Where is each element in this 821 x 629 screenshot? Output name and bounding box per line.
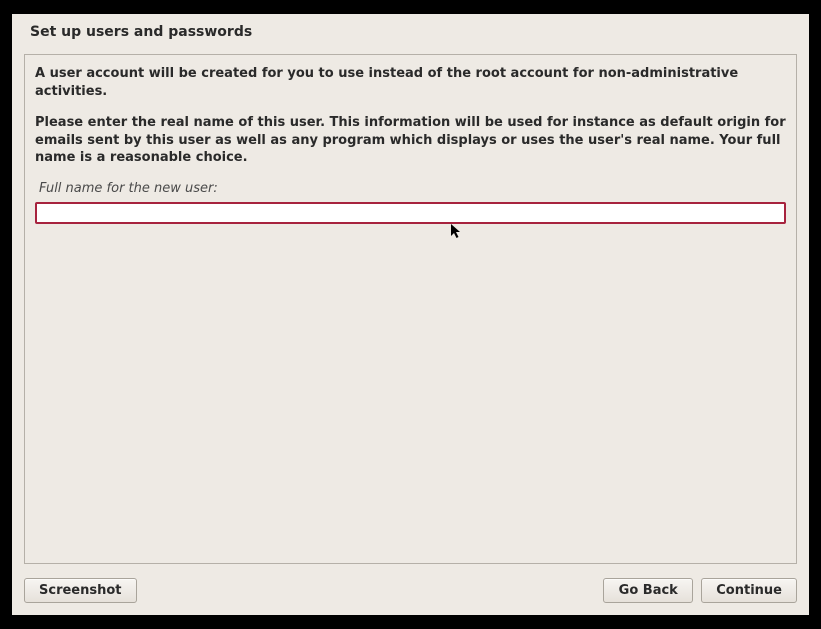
go-back-button[interactable]: Go Back	[603, 578, 693, 603]
page-header: Set up users and passwords	[12, 14, 809, 54]
screenshot-button[interactable]: Screenshot	[24, 578, 137, 603]
fullname-input[interactable]	[35, 202, 786, 224]
continue-button[interactable]: Continue	[701, 578, 797, 603]
description-p2: Please enter the real name of this user.…	[35, 114, 786, 167]
content-pane: A user account will be created for you t…	[24, 54, 797, 564]
button-bar: Screenshot Go Back Continue	[12, 564, 809, 615]
fullname-field-label: Full name for the new user:	[39, 181, 786, 196]
installer-window: Set up users and passwords A user accoun…	[12, 14, 809, 615]
description-p1: A user account will be created for you t…	[35, 65, 786, 100]
page-title: Set up users and passwords	[30, 24, 791, 40]
description-block: A user account will be created for you t…	[35, 65, 786, 167]
